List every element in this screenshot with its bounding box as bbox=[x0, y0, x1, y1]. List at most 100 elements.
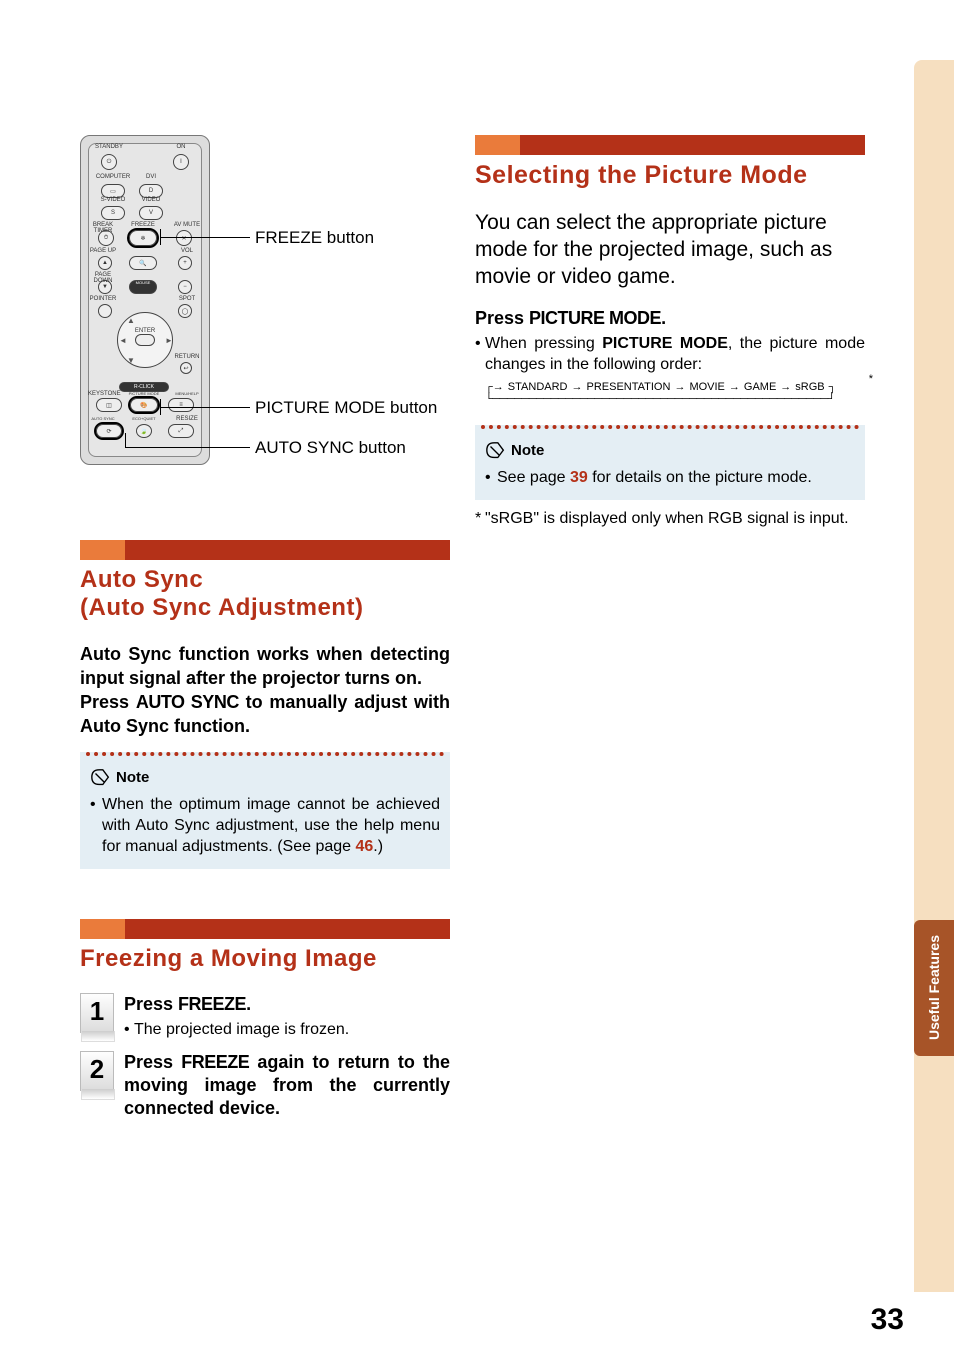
note-icon bbox=[485, 441, 507, 459]
picturemode-press: Press PICTURE MODE. bbox=[475, 308, 865, 329]
section-title-autosync: Auto Sync (Auto Sync Adjustment) bbox=[80, 566, 450, 622]
remote-lbl-pagedown: PAGE DOWN bbox=[86, 272, 120, 284]
right-column: Selecting the Picture Mode You can selec… bbox=[475, 135, 865, 529]
note-header-autosync: Note bbox=[90, 768, 440, 786]
remote-btn-spot: ◯ bbox=[178, 304, 192, 318]
remote-btn-autosync: ⟳ bbox=[96, 424, 122, 438]
remote-lbl-computer: COMPUTER bbox=[93, 174, 133, 180]
remote-lbl-standby: STANDBY bbox=[89, 144, 129, 150]
remote-lbl-keystone: KEYSTONE bbox=[88, 391, 118, 397]
step-2: 2 Press FREEZE again to return to the mo… bbox=[80, 1051, 450, 1120]
arrow-icon: → bbox=[674, 381, 685, 393]
remote-btn-menuhelp: ≡ bbox=[168, 398, 194, 412]
callout-bracket-as bbox=[125, 433, 126, 447]
remote-btn-enter bbox=[135, 334, 155, 346]
seq-2: MOVIE bbox=[689, 381, 724, 393]
seq-star: * bbox=[869, 373, 873, 385]
side-tab-bg bbox=[914, 60, 954, 1292]
remote-btn-freeze: ❄ bbox=[129, 230, 157, 246]
remote-lbl-pageup: PAGE UP bbox=[86, 248, 120, 254]
remote-btn-pointer bbox=[98, 304, 112, 318]
step-2-kw: FREEZE bbox=[181, 1052, 249, 1072]
remote-btn-volmin: − bbox=[178, 280, 192, 294]
remote-lbl-pointer: POINTER bbox=[86, 296, 120, 302]
pm-note-pre: See page bbox=[497, 469, 570, 486]
step-1-num: 1 bbox=[80, 993, 114, 1033]
nav-down-icon: ▼ bbox=[127, 356, 135, 365]
side-tab-label: Useful Features bbox=[927, 935, 941, 1040]
pm-press-kw: PICTURE MODE bbox=[529, 308, 661, 328]
loop-down-icon: ┌→ bbox=[485, 381, 504, 393]
seq-1: PRESENTATION bbox=[587, 381, 671, 393]
step-1-text: Press FREEZE. The projected image is fro… bbox=[124, 993, 450, 1041]
note-icon bbox=[90, 768, 112, 786]
remote-lbl-mouse: MOUSE bbox=[121, 280, 165, 285]
autosync-desc: Auto Sync function works when detecting … bbox=[80, 642, 450, 690]
seq-3: GAME bbox=[744, 381, 776, 393]
left-column: ⏻ STANDBY I ON ▭ COMPUTER D DVI S S-VIDE… bbox=[80, 135, 450, 1130]
arrow-icon: → bbox=[572, 381, 583, 393]
remote-btn-return: ↩ bbox=[180, 362, 192, 374]
callout-line-pm bbox=[160, 407, 250, 408]
arrow-icon: → bbox=[780, 381, 791, 393]
pm-press-pre: Press bbox=[475, 308, 529, 328]
remote-btn-computer: ▭ bbox=[101, 184, 125, 198]
remote-btn-on: I bbox=[173, 154, 189, 170]
page-number: 33 bbox=[871, 1303, 904, 1337]
remote-lbl-avmute: AV MUTE bbox=[170, 222, 204, 228]
step-1-sub: The projected image is frozen. bbox=[134, 1018, 450, 1041]
nav-up-icon: ▲ bbox=[127, 316, 135, 325]
arrow-icon: → bbox=[729, 381, 740, 393]
remote-btn-volplus: + bbox=[178, 256, 192, 270]
autosync-press-prefix: Press bbox=[80, 692, 136, 712]
note-box-picturemode: Note See page 39 for details on the pict… bbox=[475, 425, 865, 500]
autosync-press-kw: AUTO SYNC bbox=[136, 692, 239, 712]
note-header-picturemode: Note bbox=[485, 441, 855, 459]
step-2-num: 2 bbox=[80, 1051, 114, 1091]
section-title-freeze: Freezing a Moving Image bbox=[80, 945, 450, 973]
remote-btn-eco: 🍃 bbox=[136, 424, 152, 438]
remote-btn-video: V bbox=[139, 206, 163, 220]
pm-note-post: for details on the picture mode. bbox=[588, 469, 812, 486]
picturemode-bullet: When pressing PICTURE MODE, the picture … bbox=[485, 333, 865, 375]
section-bar-freeze bbox=[80, 919, 450, 939]
step-1-suf: . bbox=[246, 994, 251, 1014]
remote-lbl-eco: ECO+QUIET bbox=[124, 416, 164, 421]
pm-bullet-kw: PICTURE MODE bbox=[602, 335, 728, 352]
remote-lbl-spot: SPOT bbox=[170, 296, 204, 302]
remote-lbl-enter: ENTER bbox=[125, 328, 165, 334]
loop-up-icon: ┐ bbox=[829, 381, 837, 393]
side-tab: Useful Features bbox=[914, 920, 954, 1056]
callout-freeze: FREEZE button bbox=[255, 228, 374, 248]
step-1-pre: Press bbox=[124, 994, 178, 1014]
step-1: 1 Press FREEZE. The projected image is f… bbox=[80, 993, 450, 1041]
note-label-autosync: Note bbox=[116, 769, 149, 786]
remote-lbl-dvi: DVI bbox=[131, 174, 171, 180]
loop-underline: └───────────────────────────────────────… bbox=[485, 393, 865, 405]
nav-right-icon: ► bbox=[165, 336, 173, 345]
page: Useful Features 33 ⏻ STANDBY I ON ▭ COMP… bbox=[0, 0, 954, 1352]
step-1-kw: FREEZE bbox=[178, 994, 246, 1014]
remote-btn-dvi: D bbox=[139, 184, 163, 198]
note-text-pre-autosync: When the optimum image cannot be achieve… bbox=[102, 796, 440, 855]
picturemode-body: You can select the appropriate picture m… bbox=[475, 209, 865, 290]
remote-btn-standby: ⏻ bbox=[101, 154, 117, 170]
remote-lbl-menuhelp: MENU/HELP bbox=[172, 391, 202, 396]
remote-lbl-return: RETURN bbox=[170, 354, 204, 360]
picturemode-footnote: "sRGB" is displayed only when RGB signal… bbox=[485, 508, 865, 529]
callout-line-freeze bbox=[160, 237, 250, 238]
remote-lbl-video: VIDEO bbox=[131, 197, 171, 203]
remote-btn-avmute: ✕ bbox=[176, 230, 192, 246]
remote-lbl-autosync: AUTO SYNC bbox=[88, 416, 118, 421]
remote-lbl-on: ON bbox=[161, 144, 201, 150]
callout-auto-sync: AUTO SYNC button bbox=[255, 438, 406, 458]
remote-btn-svideo: S bbox=[101, 206, 125, 220]
pm-press-suf: . bbox=[661, 308, 666, 328]
remote-lbl-picturemode: PICTURE MODE bbox=[124, 391, 164, 396]
remote-btn-pageup: ▲ bbox=[98, 256, 112, 270]
remote-body: ⏻ STANDBY I ON ▭ COMPUTER D DVI S S-VIDE… bbox=[88, 143, 202, 457]
note-box-autosync: Note When the optimum image cannot be ac… bbox=[80, 752, 450, 869]
remote-lbl-resize: RESIZE bbox=[172, 416, 202, 422]
remote-lbl-freeze: FREEZE bbox=[123, 222, 163, 228]
remote-btn-picturemode: 🎨 bbox=[130, 398, 158, 412]
